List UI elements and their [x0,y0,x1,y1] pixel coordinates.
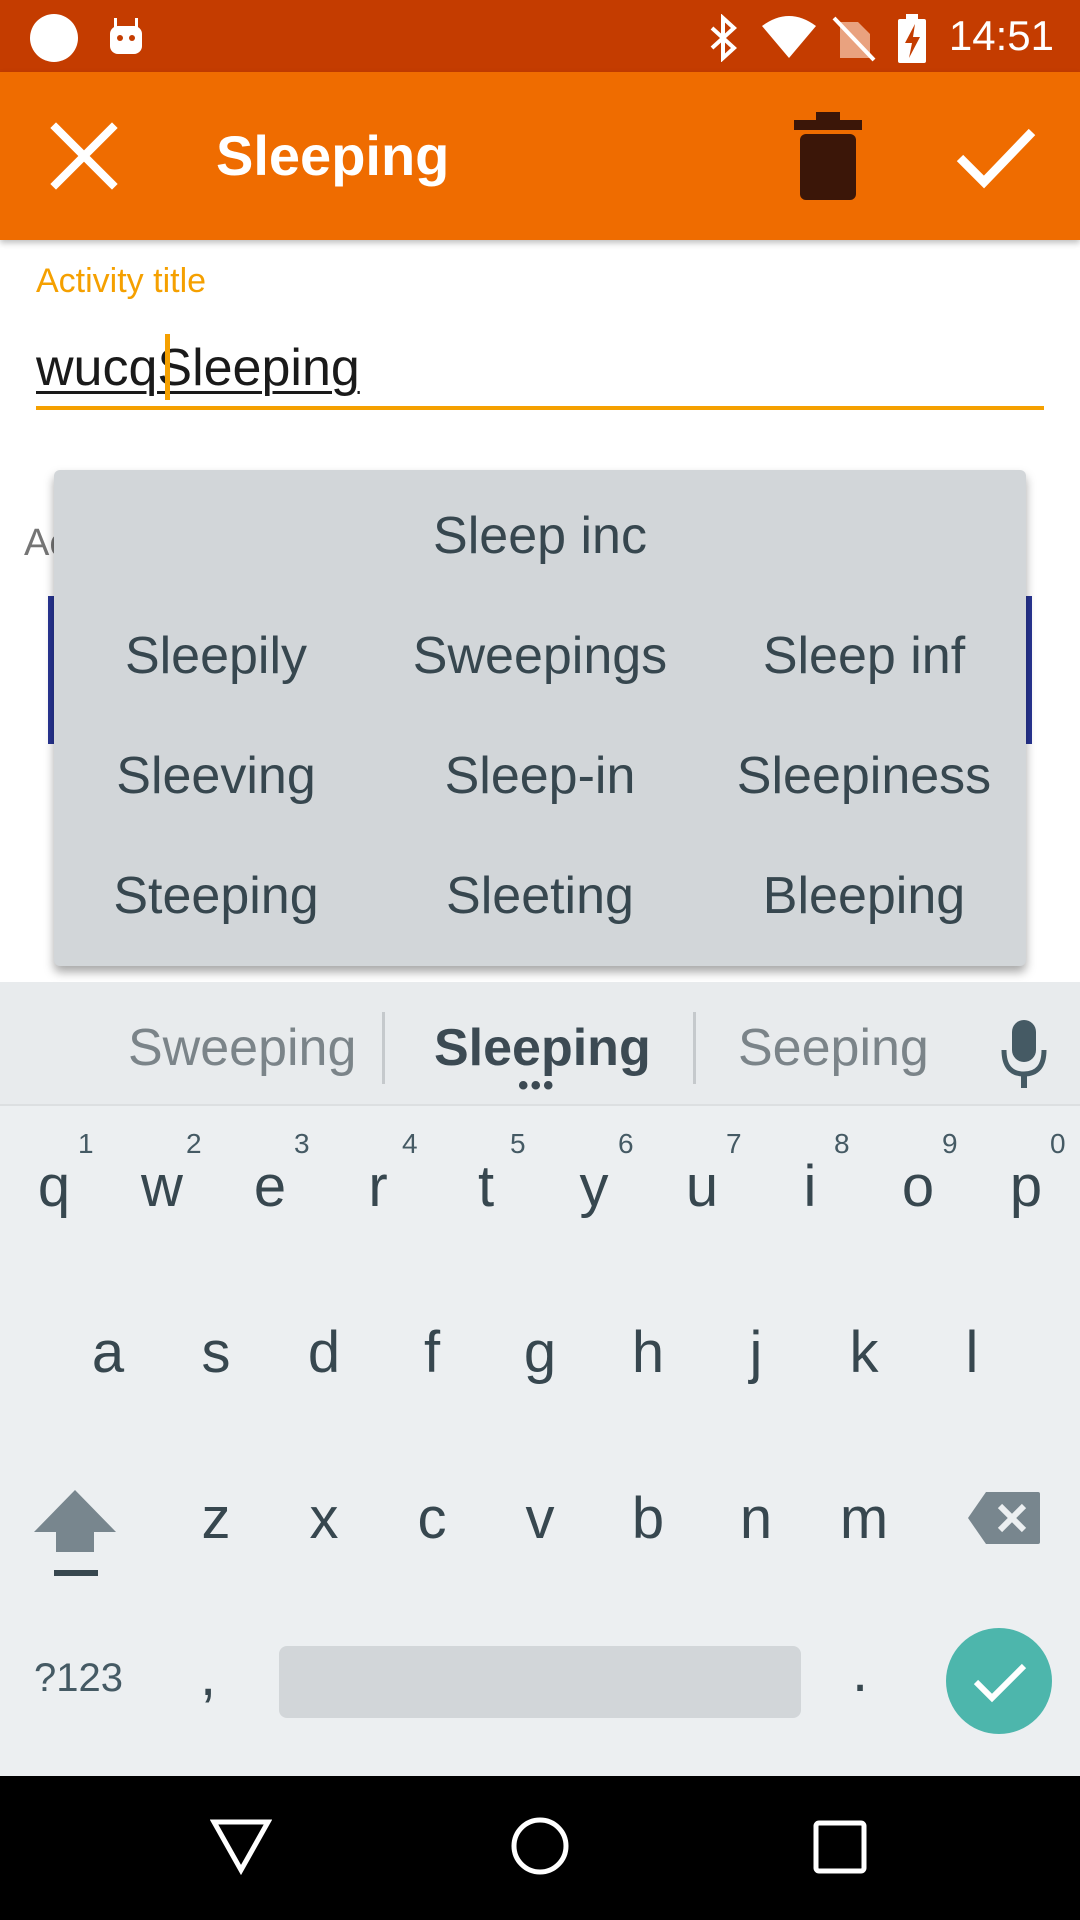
clock: 14:51 [948,12,1054,59]
key-h[interactable]: h [594,1318,702,1388]
key-a[interactable]: a [54,1318,162,1388]
suggestion-item[interactable]: Bleeping [702,864,1026,928]
key-b[interactable]: b [594,1484,702,1554]
key-z[interactable]: z [162,1484,270,1554]
home-icon[interactable] [510,1816,570,1876]
close-icon[interactable] [46,118,122,194]
key-m[interactable]: m [810,1484,918,1554]
key-u[interactable]: u [648,1152,756,1222]
more-suggestions-indicator: ••• [518,1069,556,1102]
android-icon [110,18,142,54]
key-d[interactable]: d [270,1318,378,1388]
suggestion-item[interactable]: Sleepily [54,624,378,688]
app-toolbar: Sleeping [0,72,1080,240]
mic-icon[interactable] [998,1018,1050,1090]
text-cursor [165,334,170,400]
done-key[interactable] [946,1628,1052,1734]
suggestion-item[interactable]: Sleepiness [702,744,1026,808]
strip-suggestion-right[interactable]: Seeping [738,1016,929,1080]
shift-key[interactable] [30,1486,120,1582]
page-title: Sleeping [216,124,450,187]
no-sim-icon [832,16,876,62]
symbols-key[interactable]: ?123 [34,1656,123,1701]
battery-charging-icon [898,14,926,63]
key-y[interactable]: y [540,1152,648,1222]
key-v[interactable]: v [486,1484,594,1554]
suggestion-item[interactable]: Sleep-in [378,744,702,808]
key-k[interactable]: k [810,1318,918,1388]
bluetooth-icon [710,14,737,62]
backspace-icon[interactable] [966,1490,1042,1546]
key-i[interactable]: i [756,1152,864,1222]
spelling-suggestions-popup: Sleep inc Sleepily Sweepings Sleep inf S… [54,470,1026,966]
strip-divider [382,1012,385,1084]
key-f[interactable]: f [378,1318,486,1388]
wifi-icon [762,16,816,58]
key-j[interactable]: j [702,1318,810,1388]
comma-key[interactable]: , [200,1642,216,1709]
suggestion-item[interactable]: Sweepings [378,624,702,688]
key-r[interactable]: r [324,1152,432,1222]
status-bar: 14:51 [0,0,1080,72]
key-g[interactable]: g [486,1318,594,1388]
activity-title-value: wucqSleeping [36,339,360,397]
strip-divider [693,1012,696,1084]
strip-suggestion-left[interactable]: Sweeping [128,1016,356,1080]
check-icon[interactable] [954,118,1036,194]
key-q[interactable]: q [0,1152,108,1222]
period-key[interactable]: . [852,1638,868,1705]
notification-dot-icon [30,14,78,62]
key-x[interactable]: x [270,1484,378,1554]
key-o[interactable]: o [864,1152,972,1222]
key-w[interactable]: w [108,1152,216,1222]
check-icon [973,1663,1027,1703]
key-n[interactable]: n [702,1484,810,1554]
suggestion-item[interactable]: Sleep inf [702,624,1026,688]
space-bar[interactable] [279,1646,801,1718]
activity-title-label: Activity title [36,262,207,300]
activity-title-input[interactable]: wucqSleeping [36,334,1044,410]
key-c[interactable]: c [378,1484,486,1554]
key-s[interactable]: s [162,1318,270,1388]
suggestion-item[interactable]: Steeping [54,864,378,928]
key-p[interactable]: p [972,1152,1080,1222]
keyboard-suggestion-strip: Sweeping Sleeping ••• Seeping [0,982,1080,1106]
key-t[interactable]: t [432,1152,540,1222]
suggestion-item[interactable]: Sleeting [378,864,702,928]
system-navigation-bar [0,1776,1080,1920]
suggestion-item[interactable]: Sleeving [54,744,378,808]
back-icon[interactable] [210,1816,272,1876]
trash-icon[interactable] [790,112,866,200]
recents-icon[interactable] [813,1820,867,1874]
key-l[interactable]: l [918,1318,1026,1388]
key-e[interactable]: e [216,1152,324,1222]
soft-keyboard: Sweeping Sleeping ••• Seeping 1 2 3 4 5 … [0,982,1080,1776]
suggestion-item[interactable]: Sleep inc [54,506,1026,566]
